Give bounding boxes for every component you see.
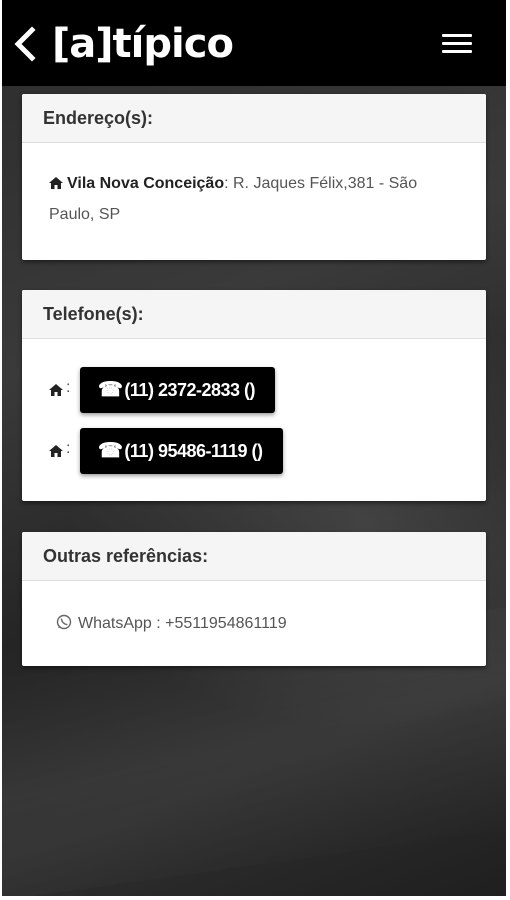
address-card: Endereço(s): Vila Nova Conceição: R. Jaq… (22, 94, 486, 260)
whatsapp-reference[interactable]: WhatsApp : +5511954861119 (56, 612, 287, 636)
phone-separator: : (66, 379, 71, 396)
whatsapp-icon (56, 614, 72, 630)
home-icon (49, 445, 63, 457)
address-card-title: Endereço(s): (22, 94, 486, 143)
telephone-icon: ☎ (98, 379, 123, 401)
call-phone-button-2[interactable]: ☎ (11) 95486-1119 () (80, 428, 283, 474)
home-icon (49, 177, 63, 189)
top-bar: [a]típico (2, 0, 506, 86)
phones-card: Telefone(s): : ☎ (11) 2372-2833 () : ☎ (11… (22, 290, 486, 501)
call-phone-button-1[interactable]: ☎ (11) 2372-2833 () (80, 367, 276, 413)
app-screen: [a]típico Endereço(s): Vila Nova Conceiç… (2, 0, 506, 896)
phone-number-label: (11) 95486-1119 () (124, 441, 263, 461)
references-card: Outras referências: WhatsApp : +55119548… (22, 532, 486, 666)
references-card-title: Outras referências: (22, 532, 486, 581)
address-neighborhood: Vila Nova Conceição (67, 175, 225, 192)
home-icon (49, 384, 63, 396)
hamburger-menu-icon[interactable] (442, 34, 472, 56)
phones-card-title: Telefone(s): (22, 290, 486, 339)
whatsapp-label: WhatsApp : +5511954861119 (78, 615, 287, 632)
telephone-icon: ☎ (98, 440, 123, 462)
phone-number-label: (11) 2372-2833 () (124, 380, 256, 400)
app-logo: [a]típico (52, 21, 234, 67)
chevron-left-icon[interactable] (10, 24, 40, 64)
address-line: Vila Nova Conceição: R. Jaques Félix,381… (49, 168, 459, 230)
phone-separator: : (66, 440, 71, 457)
